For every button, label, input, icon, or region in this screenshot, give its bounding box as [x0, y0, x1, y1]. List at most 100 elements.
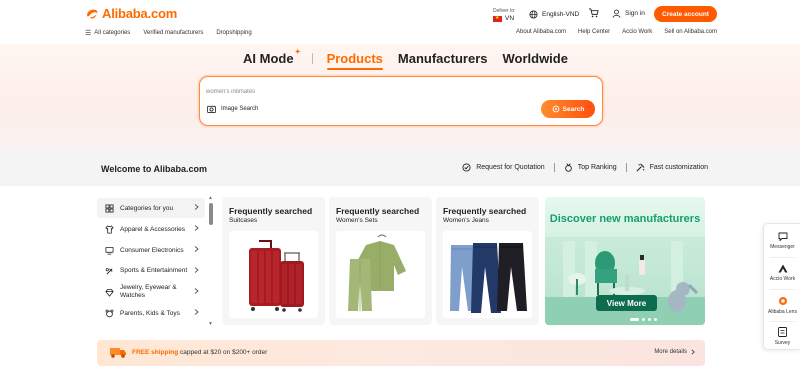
sign-in-link[interactable]: Sign in	[612, 9, 645, 18]
subnav-about[interactable]: About Alibaba.com	[516, 29, 566, 35]
frequently-searched-card[interactable]: Frequently searched Women's Sets	[329, 197, 432, 325]
hero-search-section: AI Mode ✦ Products Manufacturers Worldwi…	[0, 44, 800, 151]
right-float-panel: Messenger Accio Work Alibaba Lens Survey	[763, 223, 800, 350]
subnav-dropshipping[interactable]: Dropshipping	[216, 30, 251, 36]
alibaba-logo[interactable]: Alibaba.com	[85, 6, 177, 21]
sign-in-label: Sign in	[625, 10, 645, 17]
diamond-icon	[105, 288, 114, 297]
shipping-text: capped at $20 on $200+ order	[178, 349, 268, 356]
carousel-dot[interactable]	[642, 318, 645, 321]
welcome-bar: Welcome to Alibaba.com Request for Quota…	[0, 151, 800, 186]
cart-icon[interactable]	[588, 8, 599, 18]
subnav-sell[interactable]: Sell on Alibaba.com	[664, 29, 717, 35]
tab-worldwide[interactable]: Worldwide	[502, 51, 567, 66]
alibaba-lens-label: Alibaba Lens	[768, 308, 797, 315]
suitcases-image[interactable]	[229, 231, 318, 318]
suitcase-illustration	[249, 240, 304, 312]
subnav-help-center[interactable]: Help Center	[578, 29, 610, 35]
search-ai-icon	[552, 105, 560, 113]
category-item[interactable]: Sports & Entertainment	[97, 261, 205, 281]
card-title: Frequently searched	[443, 206, 527, 216]
active-tab-indicator	[326, 68, 383, 70]
category-item[interactable]: Apparel & Accessories	[97, 219, 205, 239]
alibaba-lens-button[interactable]: Alibaba Lens	[764, 290, 800, 320]
discover-manufacturers-banner[interactable]: Discover new manufacturers View More	[545, 197, 705, 325]
subnav-left: ☰ All categories Verified manufacturers …	[85, 29, 252, 37]
customization-icon	[636, 163, 645, 172]
tab-ai-mode[interactable]: AI Mode ✦	[243, 49, 301, 66]
welcome-links: Request for Quotation Top Ranking Fast c…	[462, 163, 708, 172]
messenger-icon	[778, 232, 787, 241]
tab-products-label: Products	[326, 51, 383, 66]
category-scrollbar[interactable]: ▲ ▼	[208, 196, 213, 327]
shipping-more-details-link[interactable]: More details	[654, 349, 695, 355]
womens-jeans-image[interactable]	[443, 231, 532, 318]
lens-icon	[778, 296, 787, 305]
sparkle-icon: ✦	[294, 49, 301, 56]
category-item[interactable]: Consumer Electronics	[97, 240, 205, 260]
request-for-quotation-link[interactable]: Request for Quotation	[462, 163, 545, 172]
survey-button[interactable]: Survey	[764, 321, 800, 351]
womens-set-illustration	[348, 234, 406, 311]
top-ranking-link[interactable]: Top Ranking	[564, 163, 617, 172]
fast-customization-label: Fast customization	[649, 164, 708, 171]
divider	[553, 163, 555, 172]
alibaba-logo-icon	[87, 9, 98, 19]
messenger-label: Messenger	[770, 244, 795, 250]
request-for-quotation-label: Request for Quotation	[476, 164, 545, 171]
scroll-down-icon[interactable]: ▼	[208, 322, 213, 327]
accio-icon	[778, 264, 787, 273]
subnav-all-categories[interactable]: ☰ All categories	[85, 29, 130, 37]
free-shipping-banner[interactable]: FREE shipping capped at $20 on $200+ ord…	[97, 340, 705, 366]
search-input[interactable]	[206, 87, 506, 97]
vietnam-flag-icon	[493, 14, 502, 22]
toy-icon	[105, 309, 114, 317]
search-button-label: Search	[562, 105, 585, 113]
scroll-up-icon[interactable]: ▲	[208, 196, 213, 201]
accio-work-button[interactable]: Accio Work	[764, 258, 800, 288]
search-box: Image Search Search	[199, 76, 603, 126]
tab-ai-mode-label: AI Mode	[243, 51, 294, 66]
fast-customization-link[interactable]: Fast customization	[636, 163, 708, 172]
language-currency-selector[interactable]: English-VND	[529, 10, 579, 19]
scroll-thumb[interactable]	[209, 203, 213, 225]
search-button[interactable]: Search	[541, 100, 595, 118]
monitor-icon	[105, 246, 114, 255]
logo-text: Alibaba.com	[102, 6, 178, 21]
category-label: Parents, Kids & Toys	[120, 309, 180, 317]
view-more-button[interactable]: View More	[596, 295, 657, 311]
card-title: Frequently searched	[336, 206, 420, 216]
category-item[interactable]: Parents, Kids & Toys	[97, 303, 205, 323]
top-ranking-label: Top Ranking	[577, 164, 617, 171]
tab-products[interactable]: Products	[326, 51, 383, 70]
top-header: Alibaba.com Deliver to: VN English-VND S…	[0, 0, 800, 44]
category-item[interactable]: Categories for you	[97, 198, 205, 218]
tab-manufacturers[interactable]: Manufacturers	[398, 51, 488, 66]
carousel-dot[interactable]	[654, 318, 657, 321]
more-details-label: More details	[654, 349, 687, 355]
deliver-to[interactable]: Deliver to: VN	[493, 7, 516, 23]
menu-icon: ☰	[85, 30, 92, 37]
tab-divider	[311, 53, 313, 64]
subnav-all-categories-label: All categories	[94, 30, 131, 36]
delivery-truck-icon	[110, 348, 126, 358]
subnav-accio-work[interactable]: Accio Work	[622, 29, 652, 35]
category-item[interactable]: Jewelry, Eyewear & Watches	[97, 282, 205, 302]
chevron-right-icon	[194, 204, 199, 213]
chevron-right-icon	[194, 267, 199, 276]
subnav-verified-manufacturers[interactable]: Verified manufacturers	[143, 30, 203, 36]
image-search-button[interactable]: Image Search	[207, 105, 258, 113]
globe-icon	[529, 10, 538, 19]
carousel-dot-active[interactable]	[630, 318, 639, 321]
shirt-icon	[105, 224, 114, 234]
category-label: Apparel & Accessories	[120, 225, 186, 233]
create-account-button[interactable]: Create account	[654, 6, 717, 22]
messenger-button[interactable]: Messenger	[764, 226, 800, 256]
womens-sets-image[interactable]	[336, 231, 425, 318]
frequently-searched-card[interactable]: Frequently searched Suitcases	[222, 197, 325, 325]
carousel-dot[interactable]	[648, 318, 651, 321]
language-currency-label: English-VND	[542, 11, 580, 18]
frequently-searched-card[interactable]: Frequently searched Women's Jeans	[436, 197, 539, 325]
divider	[625, 163, 627, 172]
card-subtitle: Women's Sets	[336, 217, 378, 224]
